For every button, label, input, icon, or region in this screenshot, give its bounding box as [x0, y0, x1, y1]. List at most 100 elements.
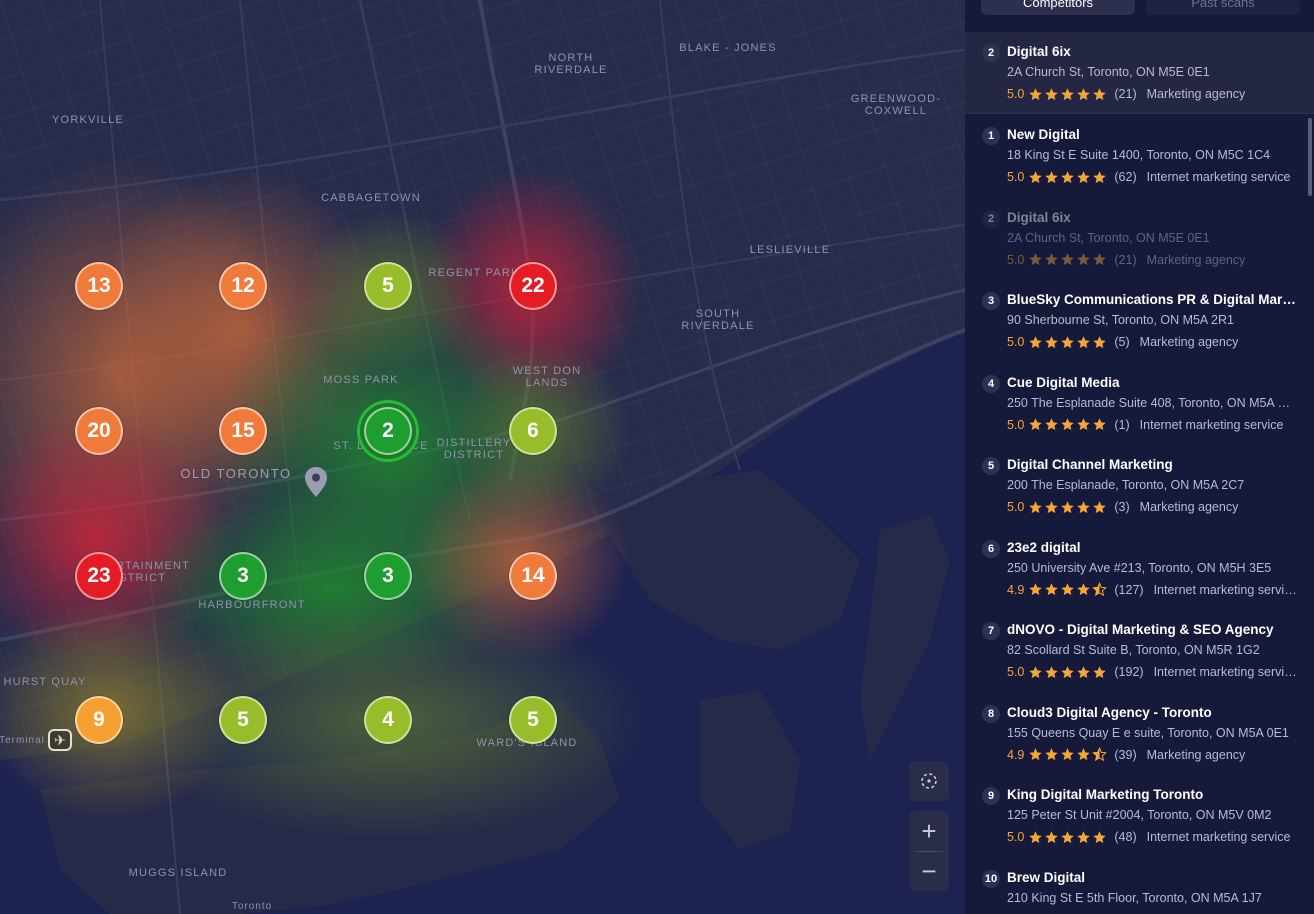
map-label: HURST QUAY	[3, 676, 87, 688]
rank-marker[interactable]: 4	[364, 696, 412, 744]
recenter-button[interactable]	[909, 761, 949, 801]
star-icon	[1093, 418, 1107, 431]
star-icon	[1045, 665, 1059, 678]
map-label: Toronto	[231, 901, 273, 912]
business-address: 82 Scollard St Suite B, Toronto, ON M5R …	[1007, 643, 1260, 657]
map-label: OLD TORONTO	[180, 466, 292, 481]
rating-value: 5.0	[1007, 87, 1025, 101]
competitor-item[interactable]: 8 Cloud3 Digital Agency - Toronto 155 Quee…	[965, 693, 1314, 776]
map-label: WEST DON LANDS	[512, 365, 582, 389]
star-icon	[1093, 335, 1107, 348]
star-icon	[1045, 87, 1059, 100]
star-rating	[1028, 170, 1108, 185]
star-icon	[1029, 748, 1043, 761]
competitor-item[interactable]: 10 Brew Digital 210 King St E 5th Floor, T…	[965, 858, 1314, 914]
star-icon	[1029, 583, 1043, 596]
pinned-business[interactable]: 2 Digital 6ix 2A Church St, Toronto, ON …	[965, 32, 1314, 114]
map-view[interactable]: YORKVILLE NORTH RIVERDALE BLAKE - JONES GRE…	[0, 0, 965, 914]
rank-marker[interactable]: 9	[75, 696, 123, 744]
business-meta: 5.0 (48) Internet marketing service	[1007, 829, 1297, 845]
rank-marker[interactable]: 3	[364, 552, 412, 600]
list-scrollbar[interactable]	[1308, 118, 1312, 196]
map-label: REGENT PARK	[428, 267, 520, 279]
rank-marker[interactable]: 6	[509, 407, 557, 455]
zoom-in-button[interactable]: +	[921, 811, 936, 851]
star-icon	[1029, 170, 1043, 183]
map-label: MOSS PARK	[323, 374, 399, 386]
business-name: Cloud3 Digital Agency - Toronto	[1007, 704, 1212, 720]
rating-value: 4.9	[1007, 582, 1025, 597]
business-address: 200 The Esplanade, Toronto, ON M5A 2C7	[1007, 478, 1245, 492]
competitor-item[interactable]: 6 23e2 digital 250 University Ave #213, To…	[965, 528, 1314, 611]
star-rating	[1028, 335, 1108, 350]
rank-marker[interactable]: 22	[509, 262, 557, 310]
rank-badge: 10	[982, 869, 1000, 888]
review-count: (127)	[1114, 582, 1144, 597]
competitor-item[interactable]: 9 King Digital Marketing Toronto 125 Peter…	[965, 775, 1314, 858]
competitor-item[interactable]: 1 New Digital 18 King St E Suite 1400, Tor…	[965, 115, 1314, 198]
review-count: (48)	[1114, 830, 1137, 844]
tab-past-scans[interactable]: Past scans	[1146, 0, 1300, 15]
business-address: 2A Church St, Toronto, ON M5E 0E1	[1007, 65, 1210, 79]
rank-marker[interactable]: 12	[219, 262, 267, 310]
business-meta: 5.0 (21) Marketing agency	[1007, 86, 1297, 102]
star-icon	[1061, 665, 1075, 678]
competitor-item[interactable]: 3 BlueSky Communications PR & Digital Mar…	[965, 280, 1314, 363]
business-category: Internet marketing service	[1146, 170, 1291, 184]
rank-marker[interactable]: 13	[75, 262, 123, 310]
business-meta: 5.0 (192) Internet marketing service	[1007, 664, 1297, 680]
star-rating	[1028, 582, 1108, 597]
rank-marker[interactable]: 20	[75, 407, 123, 455]
rank-marker[interactable]: 5	[219, 696, 267, 744]
business-name: Cue Digital Media	[1007, 374, 1120, 390]
business-name: New Digital	[1007, 127, 1080, 142]
business-meta: 5.0 (3) Marketing agency	[1007, 499, 1297, 515]
business-category: Marketing agency	[1146, 252, 1246, 267]
competitor-list[interactable]: 1 New Digital 18 King St E Suite 1400, Tor…	[965, 115, 1314, 914]
business-name: BlueSky Communications PR & Digital Mark…	[1007, 292, 1297, 307]
location-pin-icon[interactable]	[304, 466, 328, 498]
business-category: Marketing agency	[1146, 87, 1246, 101]
zoom-out-button[interactable]: −	[921, 852, 936, 891]
star-icon	[1061, 87, 1075, 100]
review-count: (21)	[1114, 252, 1137, 267]
competitor-item[interactable]: 4 Cue Digital Media 250 The Esplanade Suit…	[965, 363, 1314, 446]
tab-competitors[interactable]: Competitors	[981, 0, 1135, 15]
map-label: Terminal	[0, 735, 45, 746]
competitor-item[interactable]: 7 dNOVO - Digital Marketing & SEO Agency 8…	[965, 610, 1314, 693]
star-icon	[1029, 665, 1043, 678]
rank-marker[interactable]: 15	[219, 407, 267, 455]
competitor-item[interactable]: 5 Digital Channel Marketing 200 The Esplan…	[965, 445, 1314, 528]
star-icon	[1061, 170, 1075, 183]
business-category: Internet marketing service	[1139, 417, 1284, 432]
review-count: (39)	[1114, 747, 1137, 762]
rank-marker[interactable]: 3	[219, 552, 267, 600]
star-icon	[1093, 253, 1107, 266]
rating-value: 5.0	[1007, 500, 1025, 514]
review-count: (62)	[1114, 170, 1137, 184]
rank-marker[interactable]: 14	[509, 552, 557, 600]
business-category: Internet marketing service	[1153, 582, 1297, 597]
business-name: Brew Digital	[1007, 869, 1086, 885]
competitor-item[interactable]: 2 Digital 6ix 2A Church St, Toronto, ON M5…	[965, 198, 1314, 281]
rank-marker[interactable]: 2	[364, 407, 412, 455]
star-icon	[1077, 335, 1091, 348]
star-rating	[1028, 252, 1108, 267]
star-rating	[1028, 417, 1108, 432]
business-address: 90 Sherbourne St, Toronto, ON M5A 2R1	[1007, 313, 1234, 327]
business-name: dNOVO - Digital Marketing & SEO Agency	[1007, 622, 1274, 637]
star-icon	[1029, 830, 1043, 843]
business-address: 155 Queens Quay E e suite, Toronto, ON M…	[1007, 725, 1289, 740]
rank-marker[interactable]: 23	[75, 552, 123, 600]
star-icon	[1061, 583, 1075, 596]
star-icon	[1077, 748, 1091, 761]
business-meta: 4.9 (127) Internet marketing service	[1007, 582, 1297, 598]
rating-value: 5.0	[1007, 335, 1025, 349]
star-icon	[1077, 87, 1091, 100]
map-label: SOUTH RIVERDALE	[681, 308, 755, 332]
business-category: Marketing agency	[1139, 335, 1239, 349]
rank-marker[interactable]: 5	[364, 262, 412, 310]
rank-marker[interactable]: 5	[509, 696, 557, 744]
map-label: MUGGS ISLAND	[128, 867, 228, 879]
business-category: Marketing agency	[1139, 500, 1239, 514]
